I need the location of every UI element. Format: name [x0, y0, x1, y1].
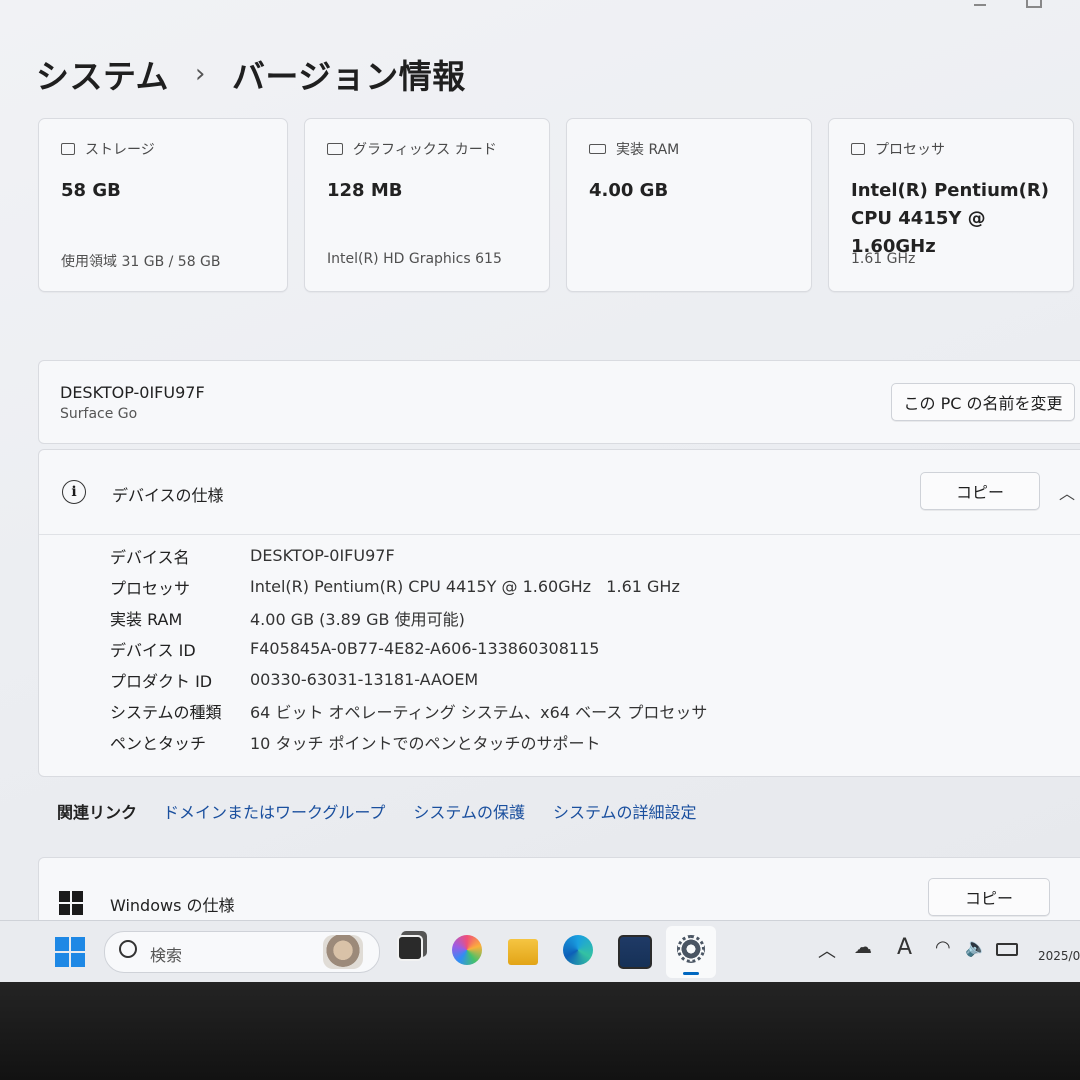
graphics-card-icon	[327, 143, 343, 155]
device-model: Surface Go	[60, 406, 138, 422]
copy-device-specs-button[interactable]: コピー	[920, 472, 1040, 510]
active-app-indicator	[683, 972, 699, 975]
file-explorer-icon[interactable]	[508, 939, 538, 965]
card-value: 4.00 GB	[589, 180, 669, 201]
chevron-up-tray-icon[interactable]: ︿	[818, 937, 836, 963]
spec-key: ペンとタッチ	[110, 733, 207, 753]
spec-row: プロダクト ID 00330-63031-13181-AAOEM	[110, 664, 707, 695]
device-name: DESKTOP-0IFU97F	[60, 383, 205, 402]
related-links-title: 関連リンク	[57, 803, 138, 822]
card-sub: Intel(R) HD Graphics 615	[327, 251, 502, 267]
link-system-protection[interactable]: システムの保護	[413, 799, 525, 823]
spec-row: システムの種類 64 ビット オペレーティング システム、x64 ベース プロセッ…	[110, 695, 707, 726]
device-bezel	[0, 982, 1080, 1080]
device-name-panel: DESKTOP-0IFU97F Surface Go この PC の名前を変更	[38, 360, 1080, 444]
card-sub: 使用領域 31 GB / 58 GB	[61, 254, 221, 270]
clock[interactable]: 2025/0	[1038, 949, 1080, 963]
spec-row: デバイス名 DESKTOP-0IFU97F	[110, 540, 707, 571]
store-icon[interactable]	[618, 935, 652, 969]
spec-key: プロダクト ID	[110, 671, 213, 691]
breadcrumb-parent[interactable]: システム	[36, 50, 169, 98]
battery-icon[interactable]	[996, 943, 1018, 956]
device-specs-header[interactable]: i デバイスの仕様 コピー ︿	[39, 450, 1080, 535]
card-label: プロセッサ	[875, 142, 945, 158]
spec-key: デバイス名	[110, 547, 190, 567]
settings-taskbar-item[interactable]	[666, 926, 716, 978]
copilot-icon[interactable]	[452, 935, 482, 965]
link-domain-workgroup[interactable]: ドメインまたはワークグループ	[163, 799, 385, 823]
settings-window: システム › バージョン情報 ストレージ 58 GB 使用領域 31 GB / …	[0, 0, 1080, 982]
breadcrumb: システム › バージョン情報	[36, 50, 466, 98]
card-value: 58 GB	[61, 180, 121, 201]
card-label: 実装 RAM	[616, 142, 680, 158]
input-indicator[interactable]: A	[897, 935, 912, 960]
spec-row: デバイス ID F405845A-0B77-4E82-A606-133860308…	[110, 633, 707, 664]
spec-key: 実装 RAM	[110, 609, 183, 629]
onedrive-icon[interactable]: ☁	[854, 937, 872, 958]
copy-windows-specs-button[interactable]: コピー	[928, 878, 1050, 916]
breadcrumb-separator-icon: ›	[195, 59, 206, 89]
maximize-icon[interactable]	[1026, 0, 1042, 8]
related-links: 関連リンク ドメインまたはワークグループ システムの保護 システムの詳細設定	[36, 775, 1080, 847]
chevron-up-icon[interactable]: ︿	[1059, 480, 1075, 504]
processor-card[interactable]: プロセッサ Intel(R) Pentium(R) CPU 4415Y @ 1.…	[828, 118, 1074, 292]
task-view-icon[interactable]	[397, 935, 423, 961]
volume-icon[interactable]: 🔈	[965, 937, 987, 958]
storage-card[interactable]: ストレージ 58 GB 使用領域 31 GB / 58 GB	[38, 118, 288, 292]
spec-value: 4.00 GB (3.89 GB 使用可能)	[250, 609, 465, 629]
processor-icon	[851, 143, 865, 155]
spec-value: DESKTOP-0IFU97F	[250, 546, 395, 565]
card-value: 128 MB	[327, 180, 403, 201]
ram-icon	[589, 144, 606, 154]
card-label: グラフィックス カード	[353, 142, 497, 158]
spec-row: プロセッサ Intel(R) Pentium(R) CPU 4415Y @ 1.6…	[110, 571, 707, 602]
page-title: バージョン情報	[231, 57, 466, 96]
spec-key: プロセッサ	[110, 578, 191, 598]
spec-value: Intel(R) Pentium(R) CPU 4415Y @ 1.60GHz …	[250, 577, 680, 596]
ram-card[interactable]: 実装 RAM 4.00 GB	[566, 118, 812, 292]
spec-row: ペンとタッチ 10 タッチ ポイントでのペンとタッチのサポート	[110, 726, 707, 757]
storage-icon	[61, 143, 75, 155]
search-placeholder: 検索	[150, 946, 183, 965]
card-sub: 1.61 GHz	[851, 251, 916, 267]
taskbar: 検索 ︿ ☁ A ◠ 🔈 2025/0	[0, 920, 1080, 982]
start-button-icon[interactable]	[55, 937, 85, 967]
search-highlight-icon	[323, 935, 363, 969]
minimize-icon[interactable]	[974, 0, 986, 6]
spec-key: システムの種類	[110, 702, 222, 722]
search-icon	[119, 940, 137, 958]
edge-browser-icon[interactable]	[563, 935, 593, 965]
card-value-line1: Intel(R) Pentium(R)	[851, 180, 1049, 201]
spec-value: 10 タッチ ポイントでのペンとタッチのサポート	[250, 733, 601, 753]
spec-value: F405845A-0B77-4E82-A606-133860308115	[250, 639, 600, 658]
device-specs-list: デバイス名 DESKTOP-0IFU97F プロセッサ Intel(R) Penti…	[110, 540, 707, 757]
link-advanced-system-settings[interactable]: システムの詳細設定	[553, 799, 697, 823]
spec-value: 64 ビット オペレーティング システム、x64 ベース プロセッサ	[250, 702, 708, 722]
windows-specs-title: Windows の仕様	[110, 896, 235, 915]
card-label: ストレージ	[85, 142, 155, 158]
spec-row: 実装 RAM 4.00 GB (3.89 GB 使用可能)	[110, 602, 707, 633]
device-specs-title: デバイスの仕様	[112, 486, 224, 505]
spec-key: デバイス ID	[110, 640, 196, 660]
rename-pc-button[interactable]: この PC の名前を変更	[891, 383, 1075, 421]
spec-value: 00330-63031-13181-AAOEM	[250, 670, 479, 689]
settings-gear-icon	[677, 935, 705, 963]
graphics-card[interactable]: グラフィックス カード 128 MB Intel(R) HD Graphics …	[304, 118, 550, 292]
info-icon: i	[62, 480, 86, 504]
windows-logo-icon	[59, 891, 83, 915]
wifi-icon[interactable]: ◠	[935, 937, 951, 958]
taskbar-search[interactable]: 検索	[104, 931, 380, 973]
